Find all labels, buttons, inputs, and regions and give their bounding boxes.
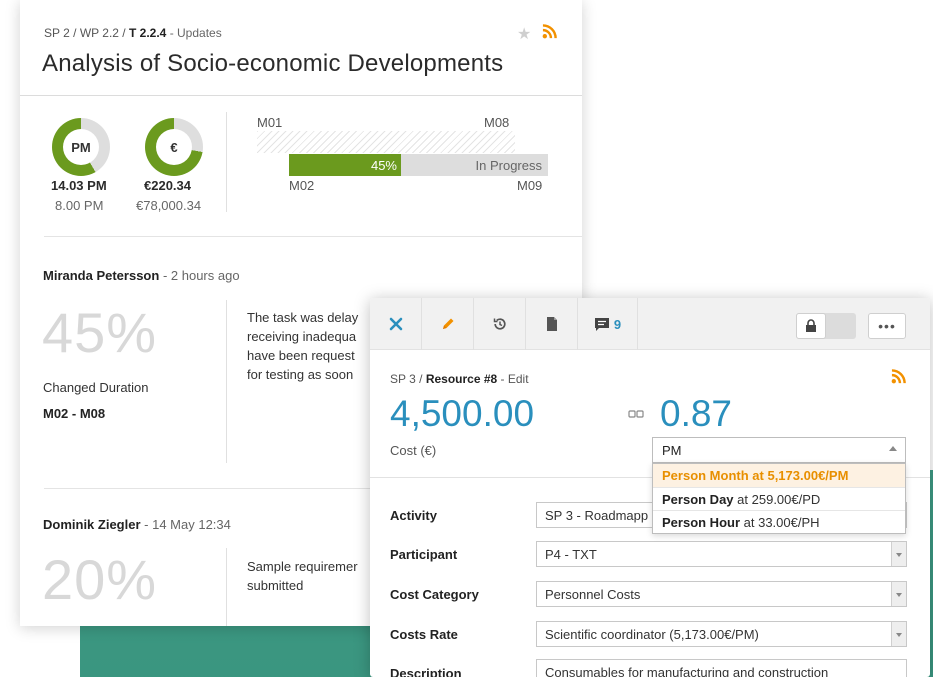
update-percent: 45% bbox=[42, 301, 158, 364]
comment-icon bbox=[594, 317, 609, 331]
progress-fill: 45% bbox=[289, 154, 401, 176]
cost-category-label: Cost Category bbox=[390, 587, 479, 602]
caret-icon bbox=[891, 582, 906, 606]
pm-spent: 14.03 PM bbox=[51, 178, 107, 193]
update-author: Miranda Petersson - 2 hours ago bbox=[43, 268, 240, 283]
pm-donut-chart: PM bbox=[52, 118, 110, 176]
unit-option-person-hour[interactable]: Person Hour at 33.00€/PH bbox=[653, 510, 905, 533]
author-name[interactable]: Dominik Ziegler bbox=[43, 517, 141, 532]
update-time: - 14 May 12:34 bbox=[144, 517, 231, 532]
breadcrumb: SP 3 / Resource #8 - Edit bbox=[390, 372, 529, 386]
actual-end: M09 bbox=[517, 178, 543, 193]
cost-donut-chart: € bbox=[145, 118, 203, 176]
pm-planned: 8.00 PM bbox=[55, 198, 104, 213]
participant-select[interactable]: P4 - TXT bbox=[536, 541, 907, 567]
breadcrumb-suffix: - Edit bbox=[500, 372, 529, 386]
divider bbox=[226, 112, 227, 212]
breadcrumb-resource: Resource #8 bbox=[425, 372, 498, 386]
divider bbox=[44, 236, 582, 237]
progress-status: In Progress bbox=[475, 158, 542, 173]
comments-button[interactable]: 9 bbox=[578, 298, 638, 350]
caret-icon bbox=[889, 446, 897, 451]
breadcrumb-task: T 2.2.4 bbox=[128, 26, 167, 40]
more-icon: ••• bbox=[878, 318, 896, 334]
description-label: Description bbox=[390, 666, 462, 677]
divider bbox=[20, 95, 582, 96]
breadcrumb-wp[interactable]: WP 2.2 bbox=[80, 26, 119, 40]
breadcrumb-suffix: - Updates bbox=[169, 26, 222, 40]
pm-donut-label: PM bbox=[63, 129, 99, 165]
document-icon bbox=[546, 317, 557, 331]
actual-start: M02 bbox=[289, 178, 315, 193]
activity-label: Activity bbox=[390, 508, 437, 523]
history-icon bbox=[493, 318, 506, 330]
caret-icon bbox=[891, 622, 906, 646]
cost-spent: €220.34 bbox=[144, 178, 191, 193]
planned-start: M01 bbox=[257, 115, 283, 130]
edit-button[interactable] bbox=[422, 298, 474, 350]
change-range: M02 - M08 bbox=[43, 406, 106, 421]
participant-label: Participant bbox=[390, 547, 458, 562]
divider bbox=[226, 548, 227, 626]
more-button[interactable]: ••• bbox=[868, 313, 906, 339]
author-name[interactable]: Miranda Petersson bbox=[43, 268, 159, 283]
breadcrumb: SP 2 / WP 2.2 / T 2.2.4 - Updates bbox=[44, 26, 222, 40]
cost-planned: €78,000.34 bbox=[136, 198, 202, 213]
cost-input[interactable]: 4,500.00 bbox=[390, 393, 534, 435]
update-comment: Sample requiremer submitted bbox=[247, 559, 358, 593]
document-button[interactable] bbox=[526, 298, 578, 350]
pencil-icon bbox=[442, 318, 453, 329]
lock-icon bbox=[796, 313, 826, 339]
rss-icon[interactable] bbox=[542, 24, 557, 44]
update-author: Dominik Ziegler - 14 May 12:34 bbox=[43, 517, 231, 532]
costs-rate-label: Costs Rate bbox=[390, 627, 458, 642]
unit-option-person-day[interactable]: Person Day at 259.00€/PD bbox=[653, 487, 905, 510]
resource-edit-panel: 9 ••• SP 3 / Resource #8 - Edit 4,500.00… bbox=[370, 298, 930, 677]
unit-option-person-month[interactable]: Person Month at 5,173.00€/PM bbox=[653, 464, 905, 487]
cost-label: Cost (€) bbox=[390, 443, 437, 458]
divider bbox=[226, 300, 227, 463]
description-input[interactable]: Consumables for manufacturing and constr… bbox=[536, 659, 907, 677]
progress-percent: 45% bbox=[370, 158, 397, 173]
lock-toggle[interactable] bbox=[796, 313, 856, 339]
page-title: Analysis of Socio-economic Developments bbox=[42, 50, 504, 77]
history-button[interactable] bbox=[474, 298, 526, 350]
change-label: Changed Duration bbox=[43, 380, 149, 395]
unit-quantity-input[interactable]: 0.87 bbox=[660, 393, 732, 435]
rss-icon[interactable] bbox=[891, 369, 906, 389]
comments-count: 9 bbox=[613, 316, 622, 332]
progress-bar: 45% In Progress bbox=[289, 154, 548, 176]
star-icon[interactable]: ★ bbox=[517, 24, 531, 44]
link-icon[interactable] bbox=[628, 406, 644, 424]
caret-icon bbox=[891, 542, 906, 566]
costs-rate-select[interactable]: Scientific coordinator (5,173.00€/PM) bbox=[536, 621, 907, 647]
update-percent: 20% bbox=[42, 548, 158, 611]
update-comment: The task was delay receiving inadequa ha… bbox=[247, 310, 359, 382]
unit-select-value: PM bbox=[662, 443, 682, 458]
cost-category-select[interactable]: Personnel Costs bbox=[536, 581, 907, 607]
update-time: - 2 hours ago bbox=[162, 268, 240, 283]
planned-duration-bar bbox=[257, 131, 515, 153]
breadcrumb-sp[interactable]: SP 3 bbox=[390, 372, 416, 386]
toolbar: 9 ••• bbox=[370, 298, 930, 350]
close-button[interactable] bbox=[370, 298, 422, 350]
euro-icon: € bbox=[156, 129, 192, 165]
close-icon bbox=[389, 317, 402, 331]
planned-end: M08 bbox=[484, 115, 510, 130]
unit-dropdown-list: Person Month at 5,173.00€/PM Person Day … bbox=[652, 463, 906, 534]
unit-select[interactable]: PM bbox=[652, 437, 906, 463]
breadcrumb-sp[interactable]: SP 2 bbox=[44, 26, 70, 40]
